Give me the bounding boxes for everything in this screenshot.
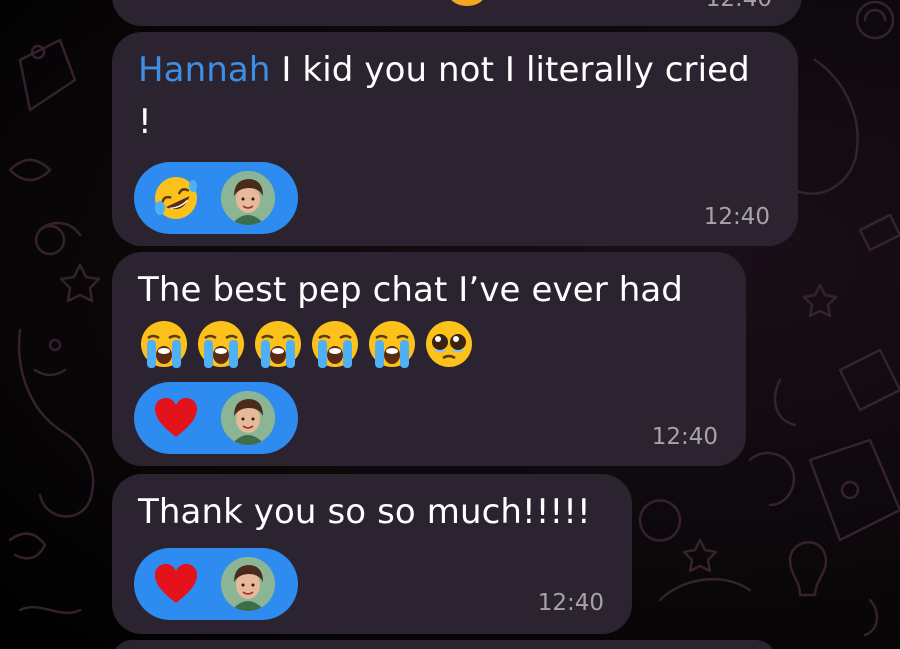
message-time: 12:40 bbox=[651, 424, 718, 450]
avatar bbox=[218, 168, 278, 228]
emoji-partial-icon bbox=[451, 0, 483, 6]
avatar bbox=[218, 388, 278, 448]
reaction-pill[interactable] bbox=[134, 382, 298, 454]
sender-name: Hannah bbox=[138, 50, 271, 90]
red-heart-icon bbox=[155, 398, 197, 437]
chat-view: 12:40 Hannah I kid you not I literally c… bbox=[0, 0, 900, 649]
emoji-line bbox=[138, 318, 478, 374]
loudly-crying-face-icon bbox=[198, 321, 244, 368]
message-bubble[interactable]: Thank you so so much!!!!! 12:40 bbox=[112, 474, 632, 634]
message-text: Hannah I kid you not I literally cried ! bbox=[138, 44, 778, 148]
reaction-pill[interactable] bbox=[134, 548, 298, 620]
rolling-on-floor-laughing-icon bbox=[155, 177, 197, 219]
message-bubble[interactable]: The best pep chat I’ve ever had 12:40 bbox=[112, 252, 746, 466]
loudly-crying-face-icon bbox=[141, 321, 187, 368]
message-bubble[interactable]: Hannah I kid you not I literally cried ! bbox=[112, 32, 798, 246]
message-text: The best pep chat I’ve ever had bbox=[138, 270, 683, 310]
avatar bbox=[218, 554, 278, 614]
reaction-pill[interactable] bbox=[134, 162, 298, 234]
loudly-crying-face-icon bbox=[255, 321, 301, 368]
message-text: Thank you so so much!!!!! bbox=[138, 492, 591, 532]
message-time: 12:40 bbox=[706, 0, 772, 12]
pleading-face-icon bbox=[426, 321, 472, 367]
message-time: 12:40 bbox=[537, 590, 604, 616]
message-bubble-partial[interactable] bbox=[112, 640, 776, 649]
message-time: 12:40 bbox=[703, 204, 770, 230]
loudly-crying-face-icon bbox=[369, 321, 415, 368]
loudly-crying-face-icon bbox=[312, 321, 358, 368]
red-heart-icon bbox=[155, 564, 197, 603]
message-bubble-partial[interactable]: 12:40 bbox=[112, 0, 802, 26]
